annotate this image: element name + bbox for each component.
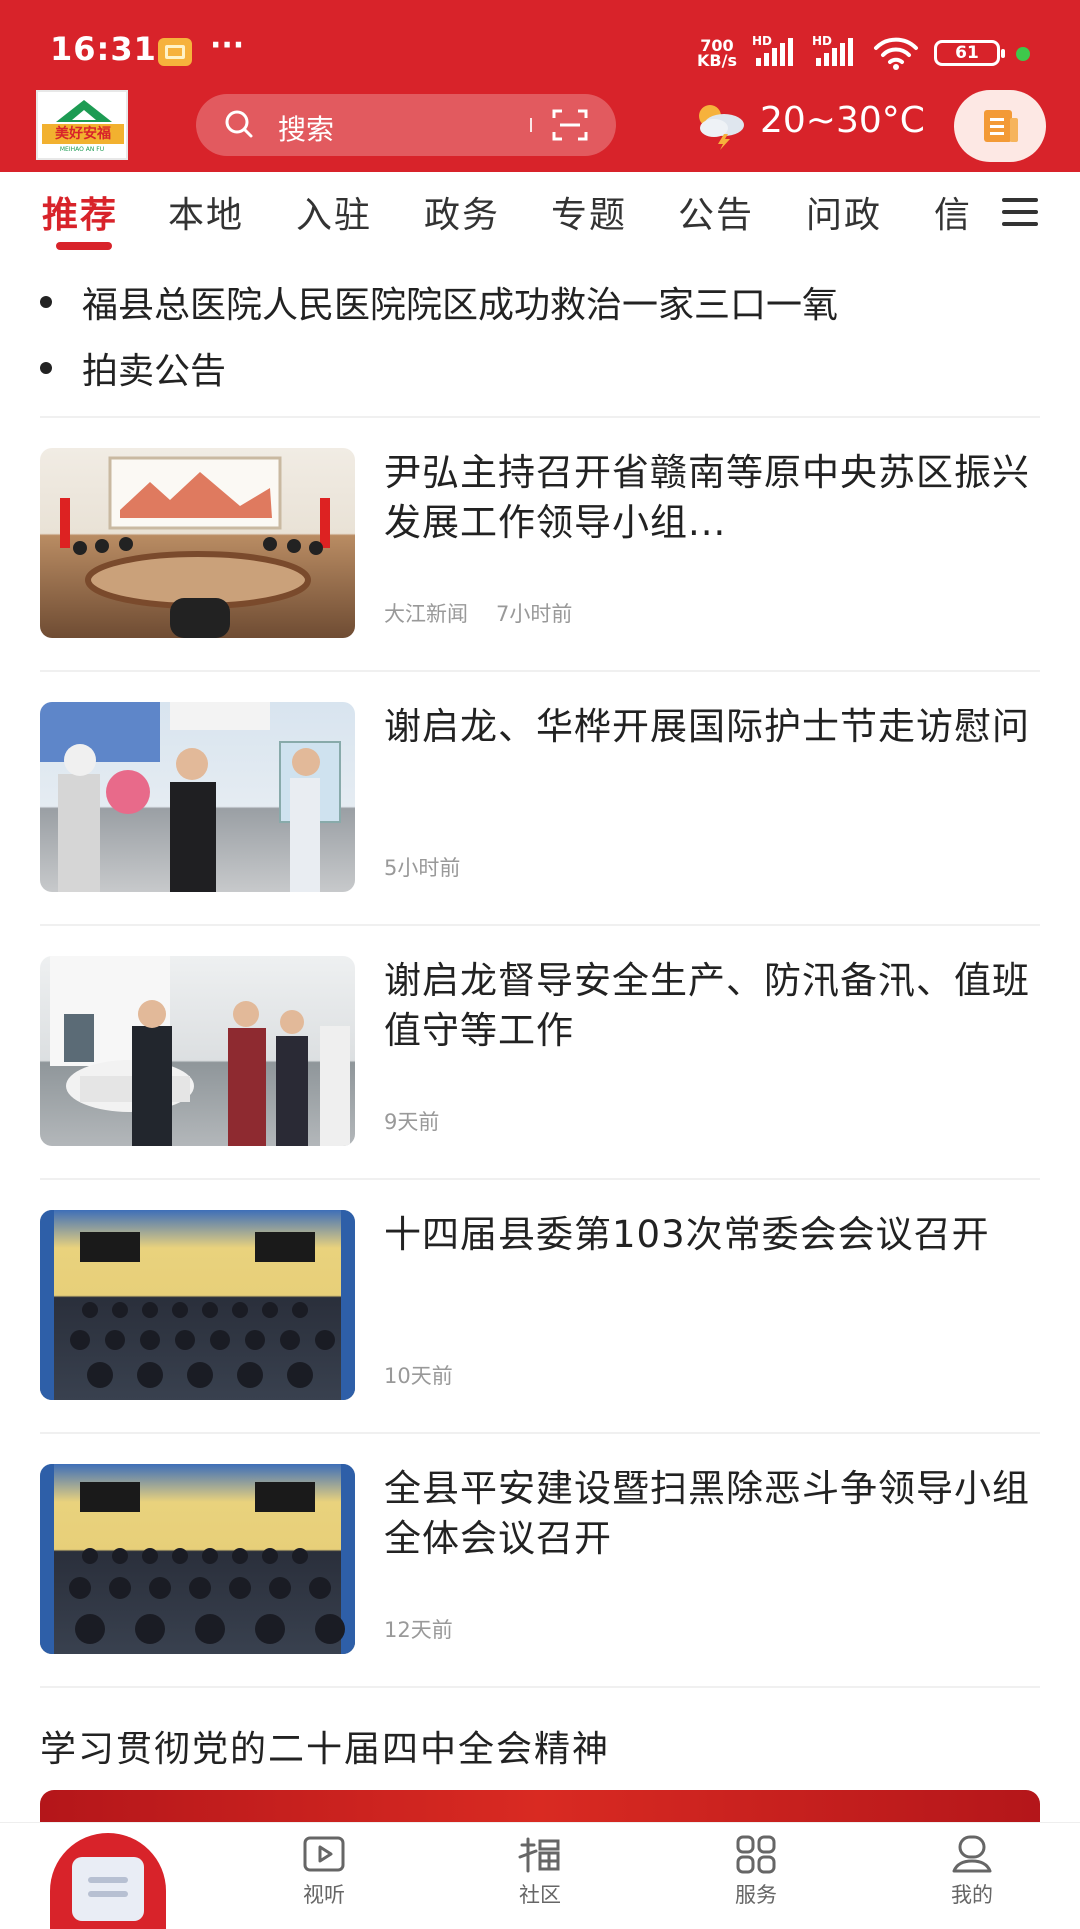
nav-label: 服务 — [735, 1883, 777, 1907]
search-placeholder: 搜索 — [278, 113, 335, 146]
tab-notices[interactable]: 公告 — [678, 186, 754, 238]
net-speed-unit: KB/s — [697, 51, 737, 70]
user-icon — [952, 1835, 992, 1873]
nav-audio-video[interactable]: 视听 — [264, 1835, 384, 1919]
tab-recommend[interactable]: 推荐 — [42, 186, 118, 238]
status-time: 16:31 — [50, 30, 157, 68]
news-title: 尹弘主持召开省赣南等原中央苏区振兴发展工作领导小组... — [384, 451, 1030, 544]
divider — [40, 1686, 1040, 1688]
home-button[interactable] — [50, 1833, 166, 1929]
status-more: ··· — [210, 28, 245, 63]
active-tab-indicator — [56, 242, 112, 250]
newspaper-button[interactable] — [954, 90, 1046, 162]
newspaper-icon — [984, 110, 1018, 142]
status-dot — [1016, 47, 1030, 61]
bullet-dot — [40, 362, 52, 374]
logo-subtext: MEIHAO AN FU — [59, 146, 105, 153]
notice-item[interactable]: 福县总医院人民医院院区成功救治一家三口一氧 — [40, 276, 1040, 328]
nav-mine[interactable]: 我的 — [912, 1835, 1032, 1919]
home-icon — [72, 1857, 144, 1921]
tab-settle[interactable]: 入驻 — [296, 186, 372, 238]
app-header: 16:31 ··· 700 KB/s HD HD 61 美好安福 MEIHAO … — [0, 0, 1080, 172]
news-time: 5小时前 — [384, 856, 461, 880]
tab-more-partial[interactable]: 信 — [934, 186, 972, 238]
news-meta: 10天前 — [384, 1360, 453, 1390]
news-source: 大江新闻 — [384, 602, 468, 626]
logo-text: 美好安福 — [42, 124, 124, 144]
scan-icon[interactable] — [552, 108, 588, 142]
fu-icon — [518, 1837, 560, 1873]
search-icon — [225, 110, 253, 138]
news-thumbnail — [40, 448, 355, 638]
news-meta: 12天前 — [384, 1614, 453, 1644]
news-time: 9天前 — [384, 1110, 440, 1134]
nav-label: 社区 — [519, 1883, 561, 1907]
battery-icon: 61 — [934, 40, 1005, 66]
news-item[interactable]: 全县平安建设暨扫黑除恶斗争领导小组全体会议召开 12天前 — [40, 1434, 1040, 1688]
news-thumbnail — [40, 1464, 355, 1654]
signal-icon: HD — [752, 34, 796, 66]
notice-text: 福县总医院人民医院院区成功救治一家三口一氧 — [82, 285, 839, 326]
play-icon — [303, 1836, 345, 1872]
news-time: 10天前 — [384, 1364, 453, 1388]
wifi-icon — [874, 37, 918, 70]
news-item[interactable]: 十四届县委第103次常委会会议召开 10天前 — [40, 1180, 1040, 1434]
sim-tag: HD — [752, 34, 773, 48]
menu-icon[interactable] — [998, 194, 1042, 230]
signal-icon: HD — [812, 34, 856, 66]
news-title: 十四届县委第103次常委会会议召开 — [384, 1213, 990, 1256]
news-meta: 5小时前 — [384, 852, 460, 882]
tab-inquiry[interactable]: 问政 — [806, 186, 882, 238]
search-divider — [530, 118, 532, 132]
status-bar: 16:31 ··· 700 KB/s HD HD 61 — [0, 0, 1080, 100]
nav-community[interactable]: 社区 — [480, 1835, 600, 1919]
section-title[interactable]: 学习贯彻党的二十届四中全会精神 — [40, 1720, 610, 1772]
search-bar[interactable]: 搜索 — [196, 94, 616, 156]
bullet-dot — [40, 296, 52, 308]
nav-label: 我的 — [951, 1883, 993, 1907]
nav-services[interactable]: 服务 — [696, 1835, 816, 1919]
house-roof-inner — [72, 110, 96, 120]
news-item[interactable]: 谢启龙、华桦开展国际护士节走访慰问 5小时前 — [40, 672, 1040, 926]
weather-thunder-icon — [699, 105, 744, 150]
news-time: 7小时前 — [496, 602, 573, 626]
app-logo[interactable]: 美好安福 MEIHAO AN FU — [36, 90, 128, 160]
tab-topics[interactable]: 专题 — [551, 186, 627, 238]
news-item[interactable]: 尹弘主持召开省赣南等原中央苏区振兴发展工作领导小组... 大江新闻 7小时前 — [40, 418, 1040, 672]
news-meta: 9天前 — [384, 1106, 439, 1136]
sim-tag: HD — [812, 34, 833, 48]
news-thumbnail — [40, 956, 355, 1146]
tab-local[interactable]: 本地 — [168, 186, 244, 238]
category-tabs: 推荐 本地 入驻 政务 专题 公告 问政 信 — [0, 172, 1080, 258]
notice-text: 拍卖公告 — [82, 351, 227, 392]
news-title: 谢启龙督导安全生产、防汛备汛、值班值守等工作 — [384, 959, 1030, 1052]
news-thumbnail — [40, 702, 355, 892]
news-meta: 大江新闻 7小时前 — [384, 598, 572, 628]
bottom-navigation: 视听 社区 服务 我的 — [0, 1822, 1080, 1929]
weather-temperature: 20~30°C — [760, 100, 925, 141]
tab-government[interactable]: 政务 — [424, 186, 500, 238]
grid-icon — [736, 1835, 776, 1874]
news-item[interactable]: 谢启龙督导安全生产、防汛备汛、值班值守等工作 9天前 — [40, 926, 1040, 1180]
nav-label: 视听 — [303, 1883, 345, 1907]
news-time: 12天前 — [384, 1618, 453, 1642]
notice-item[interactable]: 拍卖公告 — [40, 342, 1040, 394]
news-title: 谢启龙、华桦开展国际护士节走访慰问 — [384, 705, 1030, 748]
news-title: 全县平安建设暨扫黑除恶斗争领导小组全体会议召开 — [384, 1467, 1030, 1560]
news-thumbnail — [40, 1210, 355, 1400]
message-icon — [158, 38, 192, 66]
net-speed: 700 KB/s — [697, 38, 737, 70]
